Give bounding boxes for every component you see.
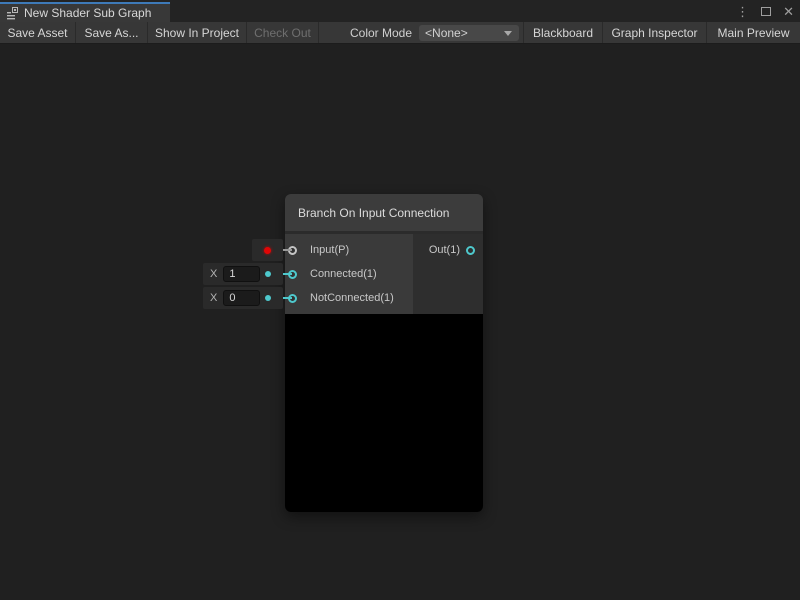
save-asset-button[interactable]: Save Asset bbox=[0, 22, 76, 43]
graph-canvas[interactable]: Branch On Input Connection Input(P) Conn… bbox=[0, 44, 800, 599]
main-preview-toggle-button[interactable]: Main Preview bbox=[706, 22, 800, 43]
color-mode-label: Color Mode bbox=[350, 26, 412, 40]
x-axis-label: X bbox=[210, 268, 217, 280]
port-row-input: Input(P) bbox=[285, 238, 413, 262]
x-axis-label: X bbox=[210, 292, 217, 304]
node-title: Branch On Input Connection bbox=[298, 206, 449, 220]
color-mode-value: <None> bbox=[425, 26, 468, 40]
node-input-ports: Input(P) Connected(1) NotConnected(1) bbox=[285, 234, 413, 314]
tab-title: New Shader Sub Graph bbox=[24, 6, 151, 20]
connected-value-field[interactable]: 1 bbox=[223, 266, 260, 282]
save-as-button[interactable]: Save As... bbox=[76, 22, 148, 43]
menu-icon[interactable]: ⋮ bbox=[736, 5, 749, 18]
notconnected-default-widget: X 0 bbox=[203, 287, 283, 309]
node-output-ports: Out(1) bbox=[413, 234, 483, 314]
graph-inspector-toggle-button[interactable]: Graph Inspector bbox=[602, 22, 706, 43]
toolbar-left-group: Save Asset Save As... Show In Project Ch… bbox=[0, 22, 319, 43]
dropdown-arrow-icon bbox=[504, 31, 512, 36]
close-icon[interactable]: ✕ bbox=[783, 5, 794, 18]
toolbar-right-group: Blackboard Graph Inspector Main Preview bbox=[523, 22, 800, 43]
connected-default-widget: X 1 bbox=[203, 263, 283, 285]
port-row-connected: Connected(1) bbox=[285, 262, 413, 286]
predicate-dot-icon[interactable] bbox=[264, 247, 271, 254]
node-body: Input(P) Connected(1) NotConnected(1) Ou… bbox=[285, 234, 483, 314]
out-port-label: Out(1) bbox=[429, 244, 460, 256]
node-branch-on-input-connection[interactable]: Branch On Input Connection Input(P) Conn… bbox=[285, 194, 483, 512]
title-bar: New Shader Sub Graph ⋮ ✕ bbox=[0, 0, 800, 22]
blackboard-toggle-button[interactable]: Blackboard bbox=[523, 22, 602, 43]
check-out-button[interactable]: Check Out bbox=[247, 22, 319, 43]
node-title-bar[interactable]: Branch On Input Connection bbox=[285, 194, 483, 231]
out-port-icon[interactable] bbox=[466, 246, 475, 255]
notconnected-port-label: NotConnected(1) bbox=[310, 292, 394, 304]
input-port-label: Input(P) bbox=[310, 244, 349, 256]
input-default-swatch-widget bbox=[252, 239, 283, 261]
node-preview bbox=[285, 314, 483, 512]
window-controls: ⋮ ✕ bbox=[736, 0, 794, 22]
show-in-project-button[interactable]: Show In Project bbox=[148, 22, 247, 43]
color-mode-dropdown[interactable]: <None> bbox=[419, 25, 519, 41]
port-row-out: Out(1) bbox=[413, 238, 483, 262]
notconnected-widget-dot-icon bbox=[265, 295, 271, 301]
tab-new-shader-sub-graph[interactable]: New Shader Sub Graph bbox=[0, 2, 170, 22]
toolbar: Save Asset Save As... Show In Project Ch… bbox=[0, 22, 800, 44]
maximize-icon[interactable] bbox=[761, 7, 771, 16]
connected-port-label: Connected(1) bbox=[310, 268, 377, 280]
port-row-notconnected: NotConnected(1) bbox=[285, 286, 413, 310]
subgraph-asset-icon bbox=[6, 7, 19, 20]
notconnected-value-field[interactable]: 0 bbox=[223, 290, 260, 306]
color-mode-group: Color Mode <None> bbox=[350, 22, 519, 43]
connected-widget-dot-icon bbox=[265, 271, 271, 277]
